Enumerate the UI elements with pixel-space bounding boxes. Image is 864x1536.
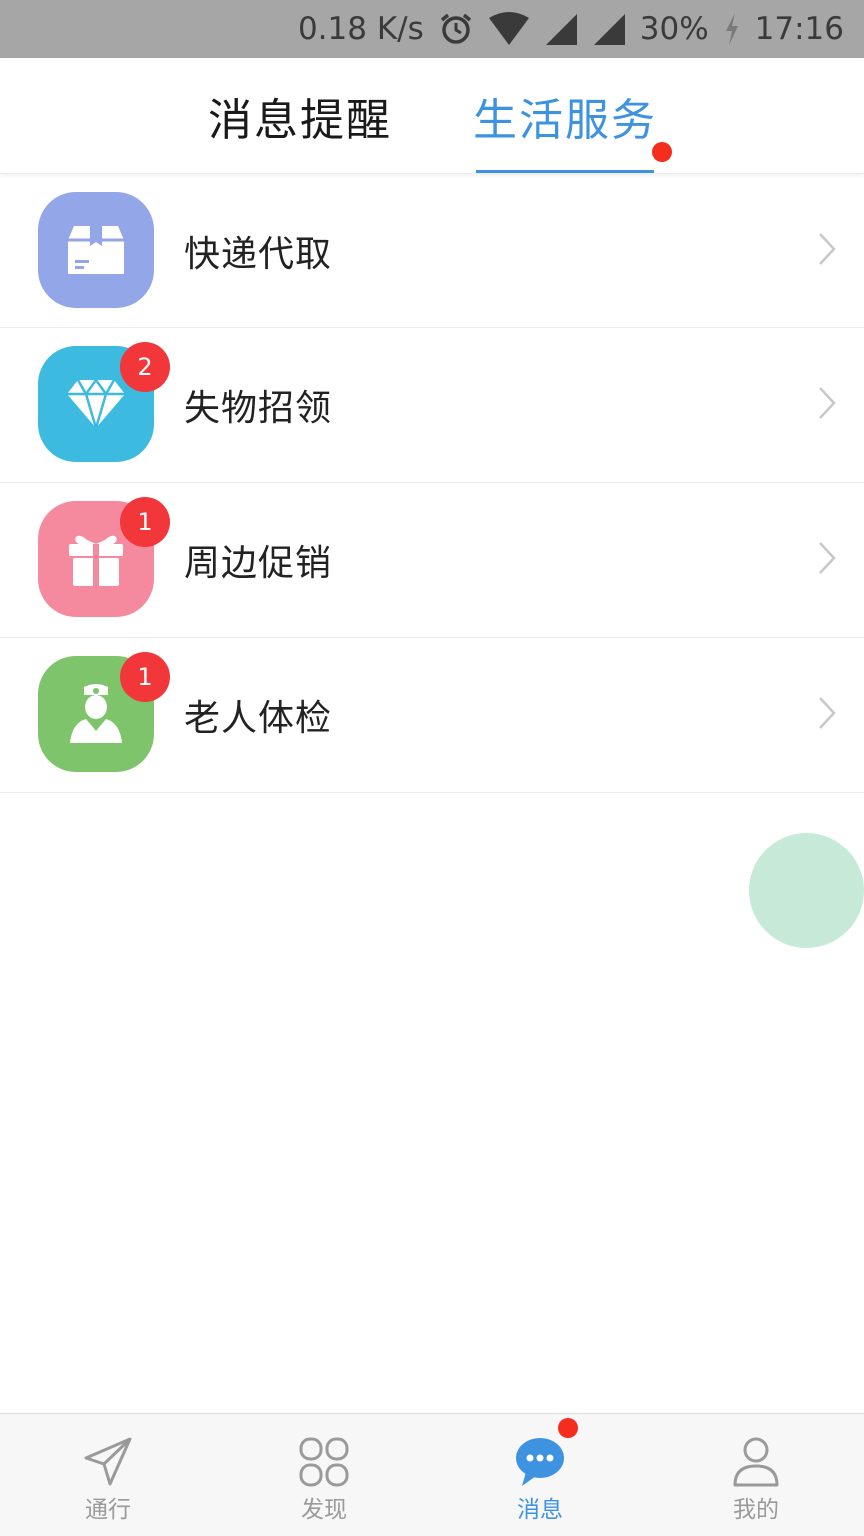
nav-label: 我的: [733, 1497, 779, 1523]
list-item-label: 周边促销: [184, 543, 333, 584]
signal-icon: [544, 12, 578, 46]
battery-percent: 30%: [639, 11, 709, 47]
tab-services[interactable]: 生活服务: [470, 58, 660, 174]
user-icon: [730, 1436, 782, 1488]
list-item-label: 老人体检: [184, 698, 333, 739]
nav-me[interactable]: 我的: [648, 1414, 864, 1536]
nav-notification-dot: [558, 1418, 578, 1438]
nav-label: 发现: [301, 1497, 347, 1523]
send-icon: [82, 1436, 134, 1488]
active-tab-indicator: [476, 170, 654, 173]
package-icon: [38, 192, 154, 308]
top-tab-bar: 消息提醒 生活服务: [0, 58, 864, 174]
chat-icon: [514, 1436, 566, 1488]
unread-badge: 1: [120, 652, 170, 702]
charging-icon: [723, 12, 741, 46]
nav-label: 消息: [517, 1497, 563, 1523]
floating-action-button[interactable]: [749, 833, 864, 948]
nav-discover[interactable]: 发现: [216, 1414, 432, 1536]
alarm-icon: [438, 11, 474, 47]
tab-notification-dot: [652, 142, 672, 162]
chevron-right-icon: [818, 541, 836, 579]
unread-badge: 2: [120, 342, 170, 392]
nav-messages[interactable]: 消息: [432, 1414, 648, 1536]
clock-time: 17:16: [754, 11, 844, 47]
list-item-elderly-checkup[interactable]: 1 老人体检: [0, 638, 864, 793]
list-item-lost-found[interactable]: 2 失物招领: [0, 328, 864, 483]
signal-icon-2: [592, 12, 626, 46]
list-item-express[interactable]: 快递代取: [0, 174, 864, 328]
tab-messages[interactable]: 消息提醒: [200, 58, 400, 174]
chevron-right-icon: [818, 386, 836, 424]
net-speed: 0.18 K/s: [297, 11, 424, 47]
nav-label: 通行: [85, 1497, 131, 1523]
list-item-label: 快递代取: [184, 233, 333, 275]
list-item-promotions[interactable]: 1 周边促销: [0, 483, 864, 638]
chevron-right-icon: [818, 232, 836, 270]
unread-badge: 1: [120, 497, 170, 547]
chevron-right-icon: [818, 696, 836, 734]
bottom-nav: 通行 发现 消息 我的: [0, 1413, 864, 1536]
wifi-icon: [488, 12, 530, 46]
service-list: 快递代取 2 失物招领 1 周边促销 1 老人体检: [0, 174, 864, 793]
status-bar: 0.18 K/s 30% 17:16: [0, 0, 864, 58]
list-item-label: 失物招领: [184, 388, 333, 429]
grid-icon: [298, 1436, 350, 1488]
nav-pass[interactable]: 通行: [0, 1414, 216, 1536]
